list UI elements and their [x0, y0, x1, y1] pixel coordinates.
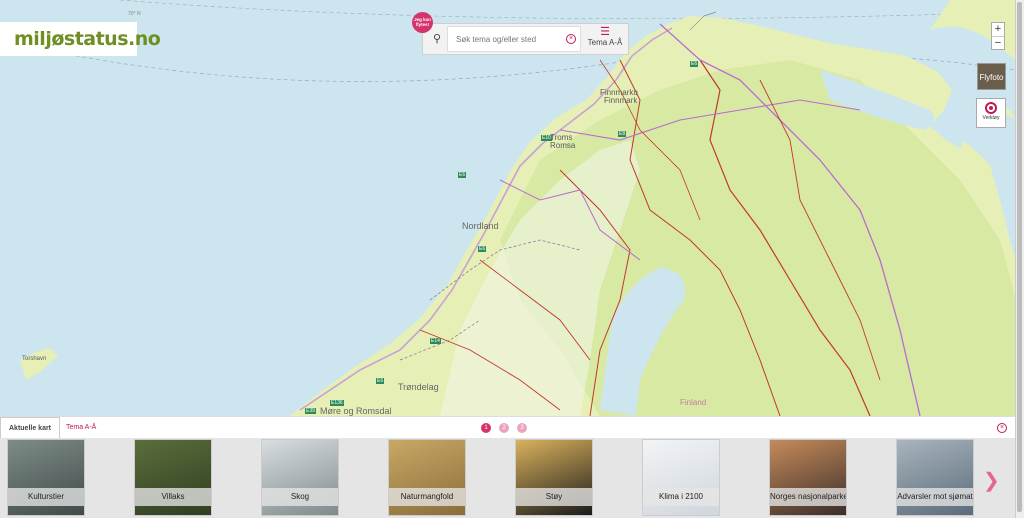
route-badge: E14: [430, 338, 441, 344]
logo-text: miljøstatus.no: [14, 28, 161, 50]
route-badge: E6: [478, 246, 487, 252]
search-icon[interactable]: ⚲: [427, 30, 447, 48]
map-label-more-og-romsdal: Møre og Romsdal: [320, 406, 392, 416]
card-label: Støy: [516, 488, 592, 506]
page-1-button[interactable]: 1: [481, 423, 491, 433]
site-logo[interactable]: miljøstatus.no: [0, 22, 161, 56]
card-label: Naturmangfold: [389, 488, 465, 506]
scrollbar-thumb[interactable]: [1017, 2, 1022, 512]
page-2-button[interactable]: 2: [499, 423, 509, 433]
map-card[interactable]: Kulturstier: [7, 439, 85, 516]
zoom-control: + −: [991, 22, 1005, 50]
route-badge: E10: [541, 135, 552, 141]
card-label: Kulturstier: [8, 488, 84, 506]
map-card[interactable]: Skog: [261, 439, 339, 516]
card-label: Villaks: [135, 488, 211, 506]
card-label: Advarsler mot sjømat: [897, 488, 973, 506]
route-badge: E39: [305, 408, 316, 414]
tools-button[interactable]: Verktøy: [976, 98, 1006, 128]
tools-label: Verktøy: [982, 115, 1000, 121]
vertical-scrollbar[interactable]: [1015, 0, 1024, 518]
map-card[interactable]: Advarsler mot sjømat: [896, 439, 974, 516]
badge-line-2: flytes!: [415, 22, 430, 27]
theme-menu-button[interactable]: ☰ Tema A-Å: [583, 26, 627, 52]
aerial-photo-toggle[interactable]: Flyfoto: [977, 63, 1006, 90]
next-arrow-icon[interactable]: ❯: [983, 468, 1000, 493]
map-label-nordland: Nordland: [462, 221, 499, 231]
map-card[interactable]: Klima i 2100: [642, 439, 720, 516]
route-badge: E6: [690, 61, 699, 67]
tab-tema-a-a[interactable]: Tema A-Å: [58, 417, 104, 438]
map-label-finnmark: Finnmark: [604, 96, 638, 105]
search-field[interactable]: ×: [447, 26, 581, 52]
tab-aktuelle-kart[interactable]: Aktuelle kart: [0, 417, 61, 439]
map-canvas[interactable]: Finnmarku Finnmark Troms Romsa Nordland …: [0, 0, 1016, 416]
map-card[interactable]: Støy: [515, 439, 593, 516]
search-panel: ⚲ × ☰ Tema A-Å: [422, 23, 629, 55]
zoom-out-button[interactable]: −: [992, 37, 1004, 50]
close-panel-icon[interactable]: ×: [997, 423, 1007, 433]
clear-search-icon[interactable]: ×: [566, 34, 576, 44]
map-label-finland: Finland: [680, 398, 707, 407]
target-icon: [985, 102, 997, 114]
map-card[interactable]: Villaks: [134, 439, 212, 516]
page-3-button[interactable]: 3: [517, 423, 527, 433]
zoom-in-button[interactable]: +: [992, 23, 1004, 37]
route-badge: E6: [458, 172, 467, 178]
card-label: Norges nasjonalparker: [770, 488, 846, 506]
bottom-tabs-bar: Aktuelle kart Tema A-Å 1 2 3 ×: [0, 416, 1016, 439]
route-badge: E8: [618, 131, 627, 137]
theme-menu-label: Tema A-Å: [587, 38, 623, 47]
route-badge: E136: [330, 400, 344, 406]
search-input[interactable]: [454, 34, 568, 45]
menu-icon: ☰: [600, 26, 610, 38]
map-card[interactable]: Naturmangfold: [388, 439, 466, 516]
map-card[interactable]: Norges nasjonalparker: [769, 439, 847, 516]
map-cards-carousel: Kulturstier Villaks Skog Naturmangfold S…: [0, 438, 1016, 518]
map-label-romsa: Romsa: [550, 141, 576, 150]
aerial-photo-label: Flyfoto: [979, 73, 1004, 82]
card-label: Skog: [262, 488, 338, 506]
route-badge: E6: [376, 378, 385, 384]
map-label-trondelag: Trøndelag: [398, 382, 439, 392]
map-label-latitude: 70° N: [128, 11, 141, 17]
movable-badge[interactable]: Jeg kan flytes!: [412, 12, 433, 33]
map-label-torshavn: Torshavn: [22, 356, 47, 362]
card-label: Klima i 2100: [643, 488, 719, 506]
map-basemap: [0, 0, 1016, 416]
